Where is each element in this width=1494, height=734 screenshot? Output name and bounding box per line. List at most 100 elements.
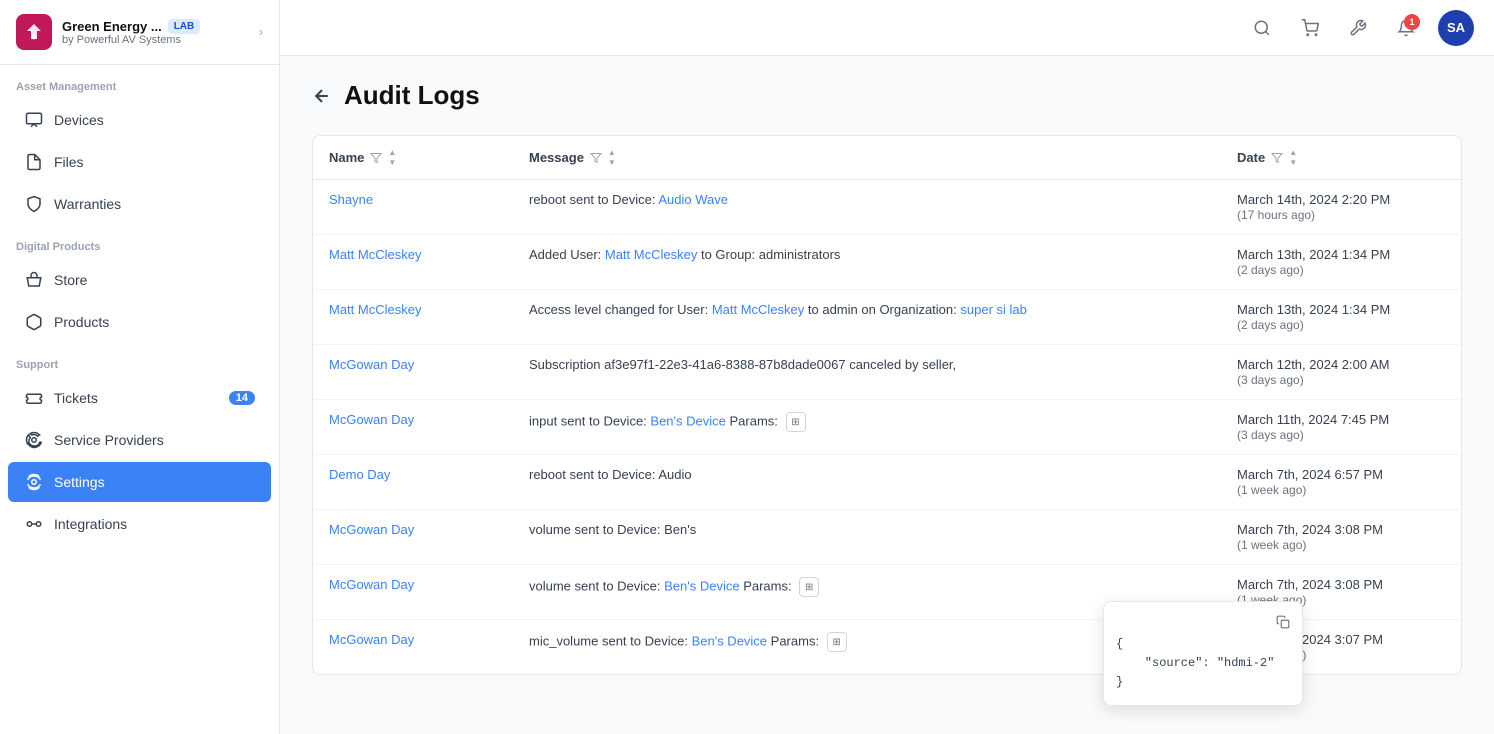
- date-cell: March 7th, 2024 3:08 PM (1 week ago): [1221, 510, 1461, 565]
- table-row: Matt McCleskey Access level changed for …: [313, 290, 1461, 345]
- message-cell: Access level changed for User: Matt McCl…: [513, 290, 1221, 345]
- file-icon: [24, 152, 44, 172]
- sidebar-item-store[interactable]: Store: [8, 260, 271, 300]
- store-icon: [24, 270, 44, 290]
- sidebar-item-devices[interactable]: Devices: [8, 100, 271, 140]
- name-link[interactable]: Matt McCleskey: [329, 247, 421, 262]
- message-cell: volume sent to Device: Ben's: [513, 510, 1221, 565]
- ticket-icon: [24, 388, 44, 408]
- name-link[interactable]: Shayne: [329, 192, 373, 207]
- date-cell: March 11th, 2024 7:45 PM (3 days ago): [1221, 400, 1461, 455]
- date-cell: March 14th, 2024 2:20 PM (17 hours ago): [1221, 180, 1461, 235]
- table-row: Demo Day reboot sent to Device: Audio Ma…: [313, 455, 1461, 510]
- json-params-popup: { "source": "hdmi-2" }: [1103, 601, 1303, 706]
- back-button[interactable]: [312, 86, 332, 106]
- cube-icon: [24, 312, 44, 332]
- device-link[interactable]: Audio Wave: [658, 192, 728, 207]
- filter-icon-message[interactable]: [590, 152, 602, 164]
- sidebar-item-settings[interactable]: Settings: [8, 462, 271, 502]
- name-link[interactable]: Demo Day: [329, 467, 390, 482]
- audit-logs-table: Name ▲▼ Message: [313, 136, 1461, 674]
- settings-label: Settings: [54, 474, 105, 490]
- products-label: Products: [54, 314, 109, 330]
- chevron-right-icon[interactable]: ›: [259, 25, 263, 39]
- name-link[interactable]: Matt McCleskey: [329, 302, 421, 317]
- cart-button[interactable]: [1294, 12, 1326, 44]
- sidebar-item-tickets[interactable]: Tickets 14: [8, 378, 271, 418]
- sort-icons-name[interactable]: ▲▼: [388, 148, 396, 167]
- date-cell: March 12th, 2024 2:00 AM (3 days ago): [1221, 345, 1461, 400]
- table-row: McGowan Day input sent to Device: Ben's …: [313, 400, 1461, 455]
- lab-badge: LAB: [168, 19, 201, 34]
- tools-button[interactable]: [1342, 12, 1374, 44]
- table-row: McGowan Day volume sent to Device: Ben's…: [313, 510, 1461, 565]
- device-link[interactable]: Ben's Device: [664, 578, 739, 593]
- app-subtitle: by Powerful AV Systems: [62, 34, 249, 46]
- app-title: Green Energy ...: [62, 19, 162, 34]
- main-content: Audit Logs Name ▲▼: [280, 56, 1494, 734]
- message-cell: reboot sent to Device: Audio: [513, 455, 1221, 510]
- name-link[interactable]: McGowan Day: [329, 357, 414, 372]
- sort-icons-message[interactable]: ▲▼: [608, 148, 616, 167]
- tickets-label: Tickets: [54, 390, 98, 406]
- notification-count-badge: 1: [1404, 14, 1420, 30]
- section-label-support: Support: [0, 343, 279, 377]
- device-link[interactable]: Ben's Device: [692, 633, 767, 648]
- name-link[interactable]: McGowan Day: [329, 577, 414, 592]
- sidebar-item-files[interactable]: Files: [8, 142, 271, 182]
- params-icon[interactable]: ⊞: [799, 577, 819, 597]
- sidebar-item-products[interactable]: Products: [8, 302, 271, 342]
- files-label: Files: [54, 154, 84, 170]
- name-link[interactable]: McGowan Day: [329, 632, 414, 647]
- sidebar-header[interactable]: Green Energy ... LAB by Powerful AV Syst…: [0, 0, 279, 65]
- date-cell: March 13th, 2024 1:34 PM (2 days ago): [1221, 290, 1461, 345]
- filter-icon-date[interactable]: [1271, 152, 1283, 164]
- table-row: McGowan Day Subscription af3e97f1-22e3-4…: [313, 345, 1461, 400]
- name-link[interactable]: McGowan Day: [329, 412, 414, 427]
- topbar: 1 SA: [280, 0, 1494, 56]
- sort-icons-date[interactable]: ▲▼: [1289, 148, 1297, 167]
- filter-icon-name[interactable]: [370, 152, 382, 164]
- user-avatar[interactable]: SA: [1438, 10, 1474, 46]
- col-header-date: Date ▲▼: [1221, 136, 1461, 180]
- integrations-label: Integrations: [54, 516, 127, 532]
- date-cell: March 7th, 2024 6:57 PM (1 week ago): [1221, 455, 1461, 510]
- col-header-name: Name ▲▼: [313, 136, 513, 180]
- device-link[interactable]: Ben's Device: [650, 413, 725, 428]
- json-content: { "source": "hdmi-2" }: [1116, 635, 1290, 693]
- sidebar-item-service-providers[interactable]: Service Providers: [8, 420, 271, 460]
- params-icon[interactable]: ⊞: [827, 632, 847, 652]
- tickets-badge: 14: [229, 391, 255, 405]
- monitor-icon: [24, 110, 44, 130]
- warranties-label: Warranties: [54, 196, 121, 212]
- user-link[interactable]: Matt McCleskey: [712, 302, 804, 317]
- audit-logs-table-container: Name ▲▼ Message: [312, 135, 1462, 675]
- sidebar: Green Energy ... LAB by Powerful AV Syst…: [0, 0, 280, 734]
- table-row: Shayne reboot sent to Device: Audio Wave…: [313, 180, 1461, 235]
- params-icon[interactable]: ⊞: [786, 412, 806, 432]
- section-label-asset-management: Asset Management: [0, 65, 279, 99]
- org-link[interactable]: super si lab: [960, 302, 1026, 317]
- shield-icon: [24, 194, 44, 214]
- table-row: Matt McCleskey Added User: Matt McCleske…: [313, 235, 1461, 290]
- wrench-icon: [24, 430, 44, 450]
- message-cell: input sent to Device: Ben's Device Param…: [513, 400, 1221, 455]
- section-label-digital-products: Digital Products: [0, 225, 279, 259]
- message-cell: reboot sent to Device: Audio Wave: [513, 180, 1221, 235]
- sidebar-item-warranties[interactable]: Warranties: [8, 184, 271, 224]
- store-label: Store: [54, 272, 87, 288]
- app-logo: [16, 14, 52, 50]
- col-header-message: Message ▲▼: [513, 136, 1221, 180]
- name-link[interactable]: McGowan Day: [329, 522, 414, 537]
- gear-icon: [24, 472, 44, 492]
- message-cell: Added User: Matt McCleskey to Group: adm…: [513, 235, 1221, 290]
- search-button[interactable]: [1246, 12, 1278, 44]
- user-link[interactable]: Matt McCleskey: [605, 247, 697, 262]
- page-header: Audit Logs: [312, 80, 1462, 111]
- devices-label: Devices: [54, 112, 104, 128]
- notifications-button[interactable]: 1: [1390, 12, 1422, 44]
- sidebar-item-integrations[interactable]: Integrations: [8, 504, 271, 544]
- date-cell: March 13th, 2024 1:34 PM (2 days ago): [1221, 235, 1461, 290]
- copy-icon[interactable]: [1276, 614, 1290, 629]
- service-providers-label: Service Providers: [54, 432, 164, 448]
